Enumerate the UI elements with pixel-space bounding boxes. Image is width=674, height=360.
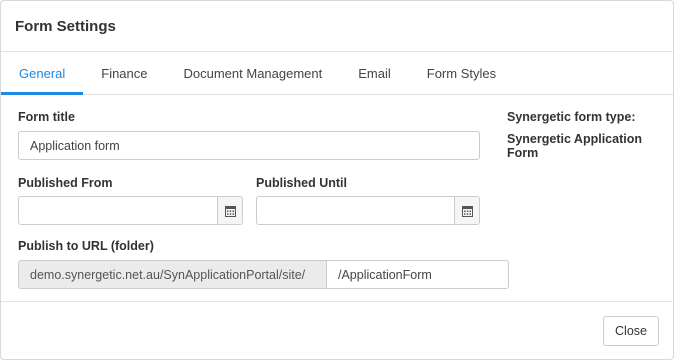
published-until-label: Published Until (256, 176, 347, 190)
url-prefix: demo.synergetic.net.au/SynApplicationPor… (18, 260, 326, 289)
dialog-header: Form Settings (1, 1, 673, 52)
published-from-label: Published From (18, 176, 113, 190)
published-until-calendar-button[interactable] (454, 197, 479, 224)
form-type-value: Synergetic Application Form (507, 132, 642, 160)
published-until-field (256, 196, 480, 225)
published-from-field (18, 196, 243, 225)
tab-general[interactable]: General (1, 52, 84, 95)
close-button[interactable]: Close (603, 316, 659, 346)
general-tab-panel: Form title Application form Synergetic f… (1, 95, 673, 302)
tab-email[interactable]: Email (340, 52, 409, 94)
form-type-label: Synergetic form type: (507, 110, 636, 124)
calendar-icon (224, 205, 236, 217)
tab-form-styles[interactable]: Form Styles (409, 52, 514, 94)
calendar-icon (461, 205, 473, 217)
form-title-input[interactable]: Application form (18, 131, 480, 160)
publish-url-label: Publish to URL (folder) (18, 239, 154, 253)
form-title-label: Form title (18, 110, 75, 124)
tab-finance[interactable]: Finance (83, 52, 165, 94)
form-settings-dialog: Form Settings General Finance Document M… (0, 0, 674, 360)
published-from-input[interactable] (19, 197, 217, 224)
tab-bar: General Finance Document Management Emai… (1, 52, 673, 95)
published-from-calendar-button[interactable] (217, 197, 242, 224)
dialog-title: Form Settings (15, 17, 116, 35)
publish-url-input[interactable]: /ApplicationForm (326, 260, 509, 289)
published-until-input[interactable] (257, 197, 454, 224)
dialog-footer: Close (1, 302, 673, 360)
tab-document-management[interactable]: Document Management (166, 52, 341, 94)
